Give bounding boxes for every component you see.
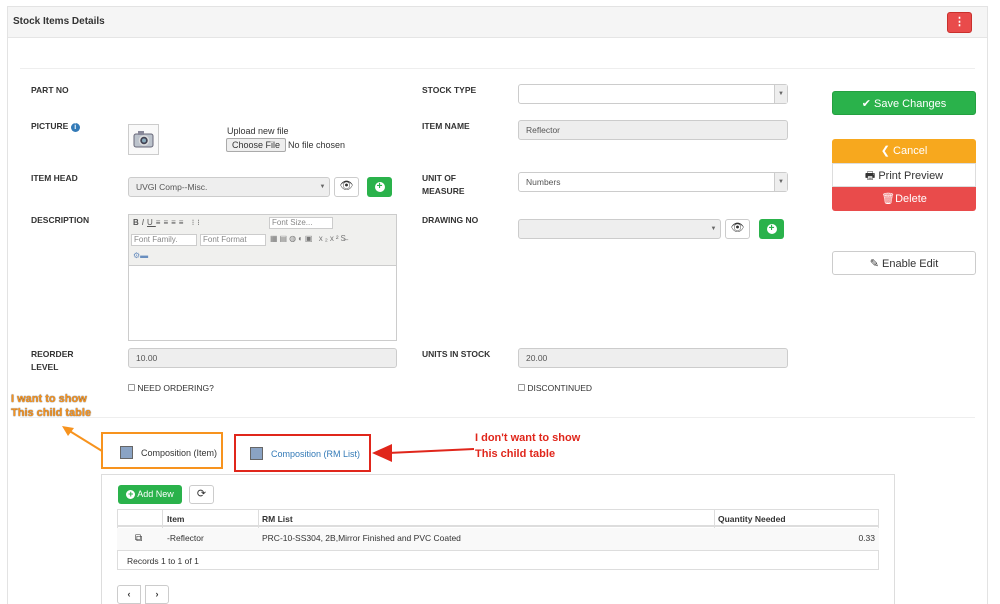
stock-type-label: STOCK TYPE	[422, 85, 477, 95]
part-no-label: PART NO	[31, 85, 69, 95]
check-icon: ✔	[861, 98, 871, 110]
description-editor[interactable]: BIU≡≡≡≡ ⁝⁝ Font Size... Font Family. Fon…	[128, 214, 397, 341]
chevron-down-icon: ▼	[319, 184, 326, 190]
cell-quantity: 0.33	[858, 533, 875, 543]
font-format-select[interactable]: Font Format	[200, 234, 266, 246]
delete-button[interactable]: 🗑Delete	[832, 187, 976, 211]
refresh-icon: ⟳	[196, 488, 207, 500]
view-drawing-button[interactable]: 👁	[725, 219, 750, 239]
chevron-down-icon: ▼	[774, 173, 787, 191]
add-item-head-button[interactable]: +	[367, 177, 392, 197]
item-head-select[interactable]: UVGI Comp--Misc. ▼	[128, 177, 330, 197]
item-head-label: ITEM HEAD	[31, 173, 78, 183]
chevron-left-icon: ❮	[880, 145, 890, 157]
reorder-level-label: REORDER LEVEL	[31, 349, 74, 372]
cell-item: -Reflector	[167, 533, 204, 543]
book-icon	[250, 447, 263, 460]
prev-page-button[interactable]: ‹	[117, 585, 141, 604]
next-page-button[interactable]: ›	[145, 585, 169, 604]
save-changes-button[interactable]: ✔ Save Changes	[832, 91, 976, 115]
description-label: DESCRIPTION	[31, 215, 90, 225]
eye-icon: 👁	[339, 180, 354, 192]
orange-arrow-icon	[62, 426, 103, 452]
records-count: Records 1 to 1 of 1	[127, 556, 199, 566]
eye-icon: 👁	[730, 222, 745, 234]
plus-icon: +	[766, 224, 777, 234]
plus-icon: +	[374, 182, 385, 192]
uom-label: UNIT OF MEASURE	[422, 173, 465, 196]
divider	[20, 417, 975, 418]
item-name-input[interactable]: Reflector	[518, 120, 788, 140]
tab-composition-item[interactable]: Composition (Item)	[101, 432, 223, 469]
panel-header	[8, 7, 987, 38]
col-header-rm-list: RM List	[262, 514, 293, 524]
no-file-text: No file chosen	[288, 140, 346, 150]
uom-select[interactable]: Numbers ▼	[518, 172, 788, 192]
col-header-quantity: Quantity Needed	[718, 514, 786, 524]
add-drawing-button[interactable]: +	[759, 219, 784, 239]
font-size-select[interactable]: Font Size...	[269, 217, 333, 229]
chevron-down-icon: ▼	[710, 226, 717, 232]
annotation-hide: I don't want to show This child table	[475, 432, 581, 460]
more-tools-icon[interactable]: ⚙▬	[133, 251, 148, 260]
font-family-select[interactable]: Font Family.	[131, 234, 197, 246]
choose-file-button[interactable]: Choose File	[226, 138, 286, 152]
discontinued-checkbox[interactable]: DISCONTINUED	[518, 383, 592, 393]
drawing-no-select[interactable]: ▼	[518, 219, 721, 239]
insert-tools[interactable]: ▦▤◍◐▣ x₂x²S̶	[270, 234, 348, 243]
item-name-label: ITEM NAME	[422, 121, 470, 131]
edit-icon: ✎	[869, 258, 879, 270]
printer-icon: 🖶	[864, 170, 876, 182]
cancel-button[interactable]: ❮ Cancel	[832, 139, 976, 163]
more-options-button[interactable]: ⋮	[947, 12, 972, 33]
chevron-right-icon: ›	[155, 589, 159, 599]
col-header-item: Item	[167, 514, 185, 524]
editor-toolbar: BIU≡≡≡≡ ⁝⁝ Font Size... Font Family. Fon…	[129, 215, 396, 266]
external-link-icon[interactable]: ⧉	[135, 533, 142, 544]
need-ordering-checkbox[interactable]: NEED ORDERING?	[128, 383, 214, 393]
chevron-left-icon: ‹	[127, 589, 131, 599]
drawing-no-label: DRAWING NO	[422, 215, 479, 225]
page-title: Stock Items Details	[13, 16, 105, 27]
reorder-level-input[interactable]: 10.00	[128, 348, 397, 368]
enable-edit-button[interactable]: ✎ Enable Edit	[832, 251, 976, 275]
print-preview-button[interactable]: 🖶 Print Preview	[832, 163, 976, 187]
book-icon	[120, 446, 133, 459]
chevron-down-icon: ▼	[774, 85, 787, 103]
plus-icon: +	[126, 489, 136, 500]
trash-icon: 🗑	[881, 193, 896, 205]
picture-thumbnail[interactable]	[128, 124, 159, 155]
format-buttons[interactable]: BIU≡≡≡≡ ⁝⁝	[133, 218, 203, 227]
view-item-head-button[interactable]: 👁	[334, 177, 359, 197]
red-arrow-icon	[372, 444, 475, 462]
add-new-button[interactable]: + Add New	[118, 485, 182, 504]
table-row	[117, 528, 879, 551]
divider	[20, 68, 975, 69]
upload-label: Upload new file	[227, 126, 289, 136]
vertical-dots-icon: ⋮	[954, 16, 965, 28]
tab-composition-rm-list[interactable]: Composition (RM List)	[234, 434, 371, 472]
annotation-show: I want to show This child table	[11, 393, 92, 419]
refresh-button[interactable]: ⟳	[189, 485, 214, 504]
picture-label: PICTURE i	[31, 120, 80, 133]
info-icon: i	[70, 123, 80, 132]
units-in-stock-label: UNITS IN STOCK	[422, 349, 491, 359]
stock-type-select[interactable]: ▼	[518, 84, 788, 104]
units-in-stock-input[interactable]: 20.00	[518, 348, 788, 368]
cell-rm-list: PRC-10-SS304, 2B,Mirror Finished and PVC…	[262, 533, 461, 543]
camera-icon	[133, 131, 154, 148]
